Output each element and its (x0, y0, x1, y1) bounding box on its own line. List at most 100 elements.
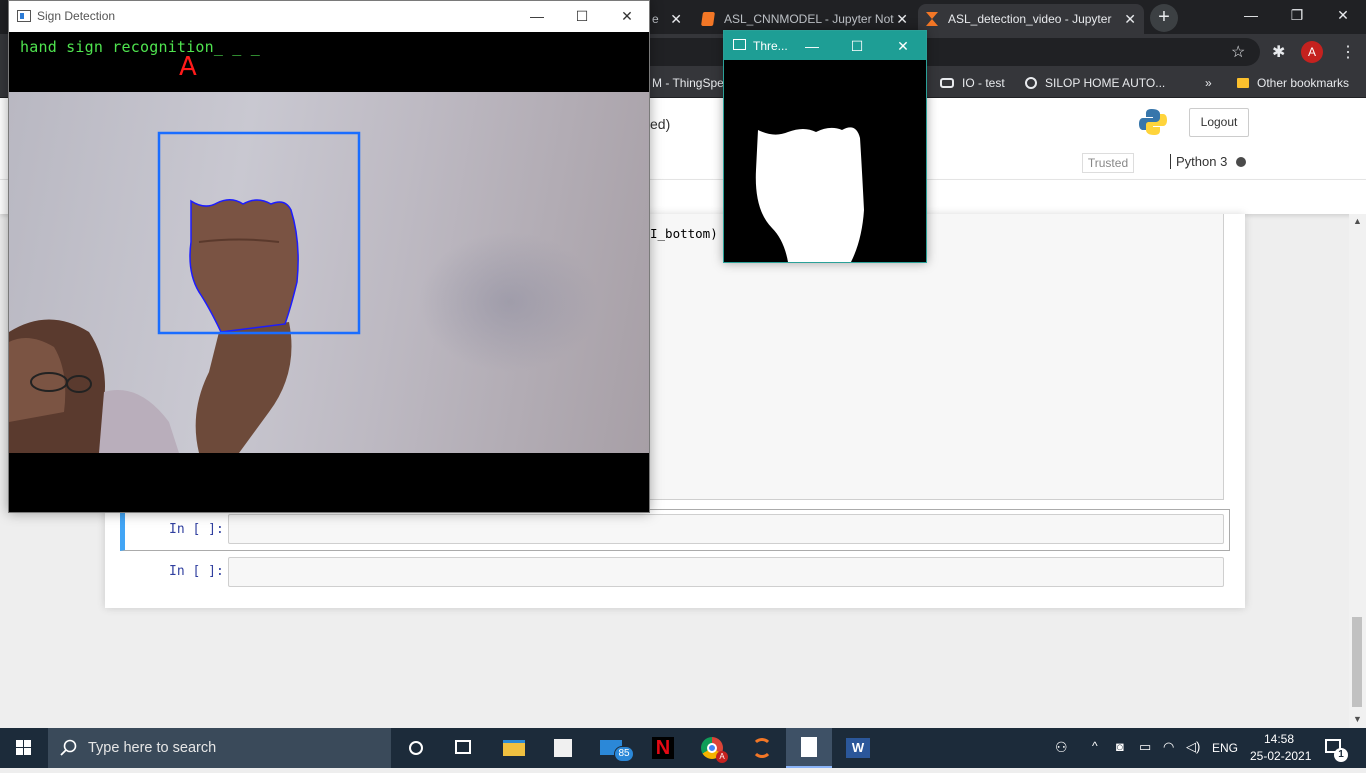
hourglass-icon (926, 12, 938, 26)
folder-icon (1237, 78, 1249, 88)
camera-frame (9, 131, 599, 453)
python-logo-icon (1139, 109, 1167, 135)
close-window-button[interactable]: ✕ (1320, 0, 1366, 32)
minimize-button[interactable]: — (517, 5, 557, 27)
clock-date[interactable]: 25-02-2021 (1250, 749, 1311, 763)
window-titlebar[interactable]: Thre... — ☐ ✕ (724, 31, 926, 60)
cell-prompt: In [ ]: (169, 522, 224, 537)
notification-badge: 1 (1334, 748, 1348, 762)
window-title: Thre... (753, 39, 788, 53)
restore-button[interactable]: ❐ (1274, 0, 1320, 32)
close-icon[interactable]: ✕ (670, 11, 682, 28)
tab-label: ASL_detection_video - Jupyter (948, 12, 1112, 26)
opencv-window-icon (17, 10, 31, 22)
maximize-button[interactable]: ☐ (562, 5, 602, 27)
bookmark-silop[interactable]: SILOP HOME AUTO... (1025, 76, 1165, 90)
scroll-down-arrow[interactable]: ▼ (1353, 714, 1362, 724)
tab-label: ASL_CNNMODEL - Jupyter Not (724, 12, 894, 26)
wifi-icon[interactable]: ◠ (1163, 739, 1174, 755)
hand-contour (189, 199, 299, 333)
maximize-button[interactable]: ☐ (842, 35, 872, 57)
task-view-button[interactable] (440, 728, 486, 768)
logout-button[interactable]: Logout (1189, 108, 1249, 137)
close-window-button[interactable]: ✕ (888, 35, 918, 57)
search-icon (60, 739, 77, 756)
cortana-button[interactable] (393, 728, 439, 768)
new-tab-button[interactable]: + (1150, 4, 1178, 32)
netflix-icon: N (652, 737, 674, 759)
tab-label: e (652, 12, 659, 26)
store-button[interactable] (540, 728, 586, 768)
minimize-button[interactable]: — (1228, 0, 1274, 32)
start-button[interactable] (0, 728, 48, 768)
task-view-icon (455, 740, 471, 754)
document-icon (801, 737, 817, 757)
volume-icon[interactable]: ◁) (1186, 739, 1200, 755)
mail-badge: 85 (614, 746, 634, 762)
cell-input[interactable] (228, 514, 1224, 544)
cortana-circle-icon (409, 741, 423, 755)
windows-logo-icon (16, 740, 31, 755)
battery-icon[interactable]: ▭ (1139, 739, 1151, 755)
chrome-button[interactable]: A (690, 728, 736, 768)
trusted-indicator[interactable]: Trusted (1082, 153, 1134, 173)
menu-icon[interactable]: ⋮ (1340, 42, 1356, 62)
bookmark-label: SILOP HOME AUTO... (1045, 76, 1166, 90)
jupyter-app-button[interactable] (738, 728, 784, 768)
word-icon: W (846, 738, 870, 758)
notebook-title[interactable]: ed) (650, 116, 670, 132)
kernel-status-indicator (1236, 157, 1246, 167)
jupyter-icon (752, 738, 772, 758)
people-icon[interactable]: ⚇ (1055, 739, 1068, 756)
windows-taskbar: Type here to search 85 N A W ⚇ ^ ◙ ▭ ◠ ◁… (0, 728, 1366, 768)
mail-button[interactable]: 85 (590, 728, 636, 768)
netflix-button[interactable]: N (640, 728, 686, 768)
bookmark-label: Other bookmarks (1257, 76, 1350, 90)
extensions-icon[interactable]: ✱ (1272, 42, 1285, 62)
bookmark-other[interactable]: Other bookmarks (1237, 76, 1349, 90)
notepad-button[interactable] (786, 728, 832, 768)
bookmarks-overflow-chevron[interactable]: » (1205, 76, 1212, 90)
profile-badge: A (716, 751, 728, 763)
profile-avatar[interactable]: A (1301, 41, 1323, 63)
person-shoulder (99, 390, 179, 453)
predicted-letter: A (179, 52, 197, 82)
file-explorer-icon (503, 740, 525, 756)
globe-icon (1025, 77, 1037, 89)
chrome-center (707, 743, 717, 753)
close-window-button[interactable]: ✕ (607, 5, 647, 27)
scrollbar-thumb[interactable] (1352, 617, 1362, 707)
bookmark-io-test[interactable]: IO - test (940, 76, 1005, 90)
opencv-window-icon (733, 39, 746, 50)
language-indicator[interactable]: ENG (1212, 741, 1238, 755)
webcam-icon[interactable]: ◙ (1116, 739, 1124, 754)
wall-shadow (419, 232, 599, 372)
jupyter-book-icon (701, 12, 715, 26)
cell-input[interactable] (228, 557, 1224, 587)
sign-detection-window[interactable]: Sign Detection — ☐ ✕ hand sign recogniti… (8, 0, 650, 513)
store-bag-icon (554, 739, 572, 757)
scroll-up-arrow[interactable]: ▲ (1353, 216, 1362, 226)
chevron-up-icon[interactable]: ^ (1092, 739, 1098, 753)
clock-time[interactable]: 14:58 (1264, 732, 1294, 746)
word-button[interactable]: W (834, 728, 880, 768)
taskbar-search[interactable]: Type here to search (48, 728, 391, 768)
threshold-window[interactable]: Thre... — ☐ ✕ (723, 30, 927, 263)
search-placeholder: Type here to search (88, 740, 217, 756)
bookmark-star-icon[interactable]: ☆ (1231, 42, 1245, 62)
camera-feed (9, 92, 649, 453)
minimize-button[interactable]: — (797, 35, 827, 57)
bookmark-label: IO - test (962, 76, 1005, 90)
kernel-name: Python 3 (1170, 154, 1227, 169)
cell-prompt: In [ ]: (169, 564, 224, 579)
threshold-mask (724, 60, 926, 262)
overlay-label: hand sign recognition_ _ _ (20, 38, 260, 56)
camera-icon (940, 78, 954, 88)
tab-asl-detection-video[interactable]: ASL_detection_video - Jupyter ✕ (918, 4, 1144, 34)
forearm (195, 322, 292, 453)
close-icon[interactable]: ✕ (896, 11, 908, 28)
code-line: I_bottom) (650, 226, 718, 241)
close-icon[interactable]: ✕ (1124, 11, 1136, 28)
file-explorer-button[interactable] (490, 728, 536, 768)
window-titlebar[interactable]: Sign Detection — ☐ ✕ (9, 1, 649, 32)
